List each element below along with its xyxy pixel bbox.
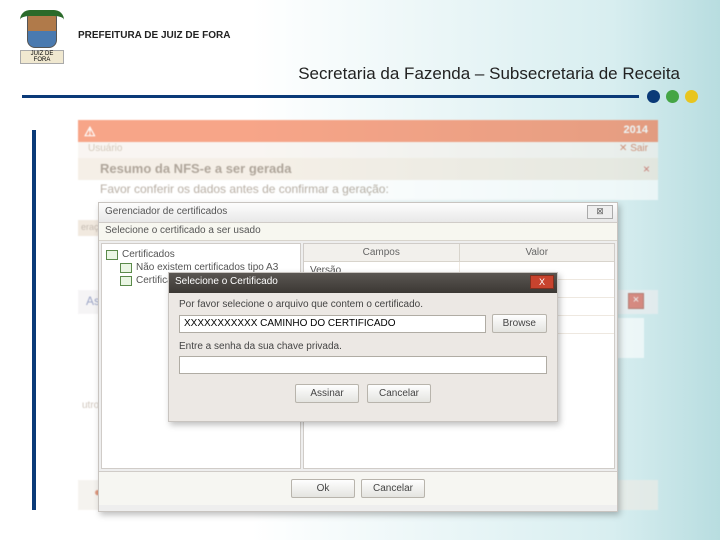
crest-banner: JUIZ DE FORA [20,50,64,64]
browse-button[interactable]: Browse [492,314,547,333]
cert-manager-subtitle: Selecione o certificado a ser usado [99,223,617,241]
cert-path-input[interactable] [179,315,486,333]
col-valor: Valor [460,244,615,261]
ok-button[interactable]: Ok [291,479,355,498]
org-name: PREFEITURA DE JUIZ DE FORA [78,30,230,41]
bg-user-bar: Usuário Sair [78,142,658,158]
cert-icon [120,263,132,273]
bg-resumo-title: Resumo da NFS-e a ser gerada [100,161,291,176]
password-input[interactable] [179,356,547,374]
folder-icon [106,250,118,260]
dot-yellow [685,90,698,103]
bg-panel-close-icon: × [643,162,650,176]
cancel-button[interactable]: Cancelar [367,384,431,403]
horizontal-rule [22,95,639,98]
select-cert-instruction: Por favor selecione o arquivo que contem… [179,299,547,310]
bg-orange-bar: ⚠ 2014 [78,120,658,142]
cancel-button[interactable]: Cancelar [361,479,425,498]
bg-favor-text: Favor conferir os dados antes de confirm… [100,182,389,196]
select-cert-close-button[interactable]: X [530,275,554,289]
select-cert-window: Selecione o Certificado X Por favor sele… [168,272,558,422]
vertical-rule [32,130,36,510]
bg-app-brand: ⚠ [84,124,96,140]
cert-manager-close-button[interactable]: ⊠ [587,205,613,219]
dot-green [666,90,679,103]
bg-usuario-label: Usuário [88,143,122,154]
tree-root[interactable]: Certificados [106,248,296,261]
crest-logo: JUIZ DE FORA [20,10,64,60]
select-cert-titlebar[interactable]: Selecione o Certificado X [169,273,557,293]
cert-icon [120,276,132,286]
select-cert-body: Por favor selecione o arquivo que contem… [169,293,557,409]
slide-header: JUIZ DE FORA PREFEITURA DE JUIZ DE FORA … [0,0,720,90]
bg-assinador-close-icon: × [628,293,644,309]
tree-root-label: Certificados [122,249,175,260]
col-campos: Campos [304,244,460,261]
dot-group [647,90,698,103]
select-cert-title: Selecione o Certificado [175,276,278,287]
header-top-row: JUIZ DE FORA PREFEITURA DE JUIZ DE FORA [20,10,700,60]
bg-top-right: 2014 [624,124,648,136]
rule-row [0,90,720,103]
password-row [179,356,547,374]
dot-blue [647,90,660,103]
password-instruction: Entre a senha da sua chave privada. [179,341,547,352]
screenshot-stage: ⚠ 2014 Usuário Sair Resumo da NFS-e a se… [78,120,658,520]
cert-path-row: Browse [179,314,547,333]
bg-sair-link: Sair [619,143,648,154]
bg-panel-sub: Favor conferir os dados antes de confirm… [78,180,658,200]
assinar-button[interactable]: Assinar [295,384,359,403]
cert-manager-title: Gerenciador de certificados [105,206,227,217]
page-title: Secretaria da Fazenda – Subsecretaria de… [20,60,700,90]
grid-header: Campos Valor [304,244,614,262]
cert-manager-titlebar[interactable]: Gerenciador de certificados ⊠ [99,203,617,223]
cert-manager-buttons: Ok Cancelar [99,471,617,505]
select-cert-buttons: Assinar Cancelar [179,384,547,403]
bg-panel-header: Resumo da NFS-e a ser gerada × [78,158,658,180]
